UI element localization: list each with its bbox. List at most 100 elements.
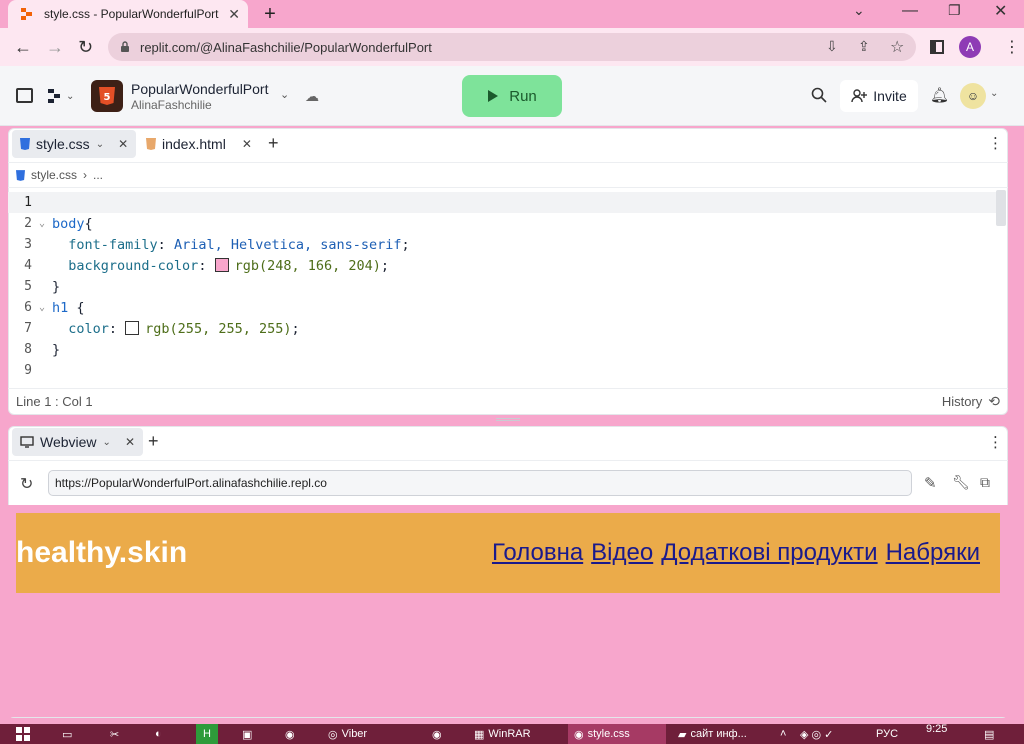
css-property: background-color xyxy=(68,257,199,274)
minimize-window-icon[interactable]: — xyxy=(902,2,918,20)
app-icon[interactable]: ✂ xyxy=(110,724,119,744)
nav-link-home[interactable]: Головна xyxy=(492,539,583,567)
taskbar-label: Viber xyxy=(341,728,368,740)
tab-label: index.html xyxy=(162,136,226,152)
fold-chevron-icon[interactable]: ⌄ xyxy=(32,218,52,229)
code-line: 6 ⌄ h1 { xyxy=(8,297,996,318)
close-tab-icon[interactable]: ✕ xyxy=(125,435,135,449)
css-brace: { xyxy=(68,299,85,316)
close-window-icon[interactable]: ✕ xyxy=(994,1,1007,21)
chevron-down-icon[interactable]: ⌄ xyxy=(103,437,111,448)
pane-menu-icon[interactable]: ⋮ xyxy=(988,433,1003,451)
code-line: 8 } xyxy=(8,339,996,360)
chrome-icon[interactable]: ◉ xyxy=(432,724,442,744)
chevron-right-icon: › xyxy=(83,168,88,182)
history-button[interactable]: History ⟲ xyxy=(942,393,1000,410)
editor-scrollbar[interactable] xyxy=(996,190,1006,226)
browser-menu-icon[interactable]: ⋮ xyxy=(1004,37,1020,57)
taskbar-viber[interactable]: ◎ Viber xyxy=(328,724,367,744)
breadcrumb-more[interactable]: ... xyxy=(93,168,103,182)
install-app-icon[interactable]: ⇩ xyxy=(826,38,838,55)
pane-menu-icon[interactable]: ⋮ xyxy=(988,134,1003,152)
code-line: 5 } xyxy=(8,276,996,297)
taskbar-folder[interactable]: ▰ сайт инф... xyxy=(678,724,747,744)
replit-logo-icon xyxy=(48,89,60,103)
add-tab-button[interactable]: + xyxy=(268,133,279,154)
close-tab-icon[interactable]: ✕ xyxy=(242,137,252,151)
app-icon[interactable]: ▣ xyxy=(242,724,252,744)
back-arrow-icon[interactable]: ← xyxy=(14,37,32,58)
webview-url-input[interactable]: https://PopularWonderfulPort.alinafashch… xyxy=(48,470,912,496)
site-header: healthy.skin Головна Відео Додаткові про… xyxy=(16,513,1000,593)
chrome-icon: ◉ xyxy=(574,728,584,741)
color-swatch[interactable] xyxy=(214,257,229,272)
pane-resize-handle[interactable] xyxy=(496,418,520,421)
nav-link-products[interactable]: Додаткові продукти xyxy=(661,539,877,567)
breadcrumb-file[interactable]: style.css xyxy=(31,168,77,182)
reload-icon[interactable]: ↻ xyxy=(78,37,93,58)
taskbar-label: style.css xyxy=(587,728,630,740)
invite-button[interactable]: Invite xyxy=(840,80,918,112)
tab-search-chevron-icon[interactable]: ⌄ xyxy=(853,2,873,22)
color-swatch[interactable] xyxy=(125,320,140,335)
task-view-icon[interactable]: ▭ xyxy=(62,724,72,744)
webview-reload-icon[interactable]: ↻ xyxy=(20,474,33,494)
repl-menu-chevron-icon[interactable]: ⌄ xyxy=(280,88,289,101)
close-tab-icon[interactable]: ✕ xyxy=(228,6,240,23)
repl-owner[interactable]: AlinaFashchilie xyxy=(131,98,212,112)
taskbar-chrome-active[interactable]: ◉ style.css xyxy=(568,724,666,744)
edit-pencil-icon[interactable]: ✎ xyxy=(924,474,937,492)
play-icon xyxy=(488,90,499,102)
fold-chevron-icon[interactable]: ⌄ xyxy=(32,302,52,313)
notification-center-icon[interactable]: ▤ xyxy=(984,724,994,744)
tab-webview[interactable]: Webview ⌄ ✕ xyxy=(12,428,143,456)
tab-style-css[interactable]: style.css ⌄ ✕ xyxy=(12,130,137,158)
sidebar-toggle-icon[interactable] xyxy=(16,88,33,103)
chrome-icon[interactable]: ◉ xyxy=(285,724,295,744)
devtools-wrench-icon[interactable]: 🔧︎ xyxy=(952,474,970,491)
close-tab-icon[interactable]: ✕ xyxy=(118,137,128,151)
tray-icons[interactable]: ◈ ◎ ✓ xyxy=(800,724,833,744)
windows-start-icon[interactable] xyxy=(16,724,30,744)
share-icon[interactable]: ⇪ xyxy=(858,38,870,55)
edge-browser-icon[interactable]: ◐ xyxy=(155,724,162,744)
new-tab-button[interactable]: + xyxy=(258,2,282,26)
clock-time[interactable]: 9:25 xyxy=(926,722,947,736)
css-brace: } xyxy=(52,278,61,295)
line-number: 3 xyxy=(24,237,32,252)
code-editor[interactable]: 1 2 ⌄ body{ 3 font-family: Arial, Helveti… xyxy=(8,192,996,380)
forward-arrow-icon[interactable]: → xyxy=(46,37,64,58)
open-new-tab-icon[interactable]: ⧉ xyxy=(980,474,990,491)
run-button[interactable]: Run xyxy=(462,75,562,117)
chevron-down-icon: ⌄ xyxy=(66,90,75,102)
divider xyxy=(8,460,1008,461)
tab-index-html[interactable]: index.html ✕ xyxy=(138,130,260,158)
notifications-bell-icon[interactable]: 🔔︎ xyxy=(930,86,949,104)
address-bar[interactable]: replit.com/@AlinaFashchilie/PopularWonde… xyxy=(108,33,916,61)
nav-link-video[interactable]: Відео xyxy=(591,539,653,567)
viber-icon: ◎ xyxy=(328,728,338,741)
account-chevron-icon[interactable]: ⌄ xyxy=(990,88,998,99)
app-icon[interactable]: H xyxy=(196,724,218,744)
html-file-icon xyxy=(146,138,156,150)
tools-menu-button[interactable]: ⌄ xyxy=(46,88,74,104)
line-number: 8 xyxy=(24,342,32,357)
tray-overflow-chevron-icon[interactable]: ˄ xyxy=(780,724,786,744)
input-language[interactable]: РУС xyxy=(876,724,898,744)
winrar-icon: ▦ xyxy=(474,728,485,741)
profile-avatar[interactable]: A xyxy=(959,36,981,58)
restore-window-icon[interactable]: ❐ xyxy=(948,2,961,19)
search-icon[interactable] xyxy=(811,87,827,103)
bookmark-star-icon[interactable]: ☆ xyxy=(890,37,904,57)
cloud-sync-icon: ☁ xyxy=(305,88,319,104)
nav-link-swelling[interactable]: Набряки xyxy=(886,539,980,567)
monitor-icon xyxy=(20,436,34,448)
site-logo[interactable]: healthy.skin xyxy=(16,536,187,570)
chevron-down-icon[interactable]: ⌄ xyxy=(96,139,104,150)
repl-name[interactable]: PopularWonderfulPort xyxy=(131,81,268,97)
user-avatar[interactable]: ☺ xyxy=(960,83,986,109)
taskbar-winrar[interactable]: ▦ WinRAR xyxy=(474,724,531,744)
side-panel-icon[interactable] xyxy=(930,40,944,54)
browser-tab-active[interactable]: style.css - PopularWonderfulPort ✕ xyxy=(8,0,248,28)
add-tab-button[interactable]: + xyxy=(148,431,159,452)
